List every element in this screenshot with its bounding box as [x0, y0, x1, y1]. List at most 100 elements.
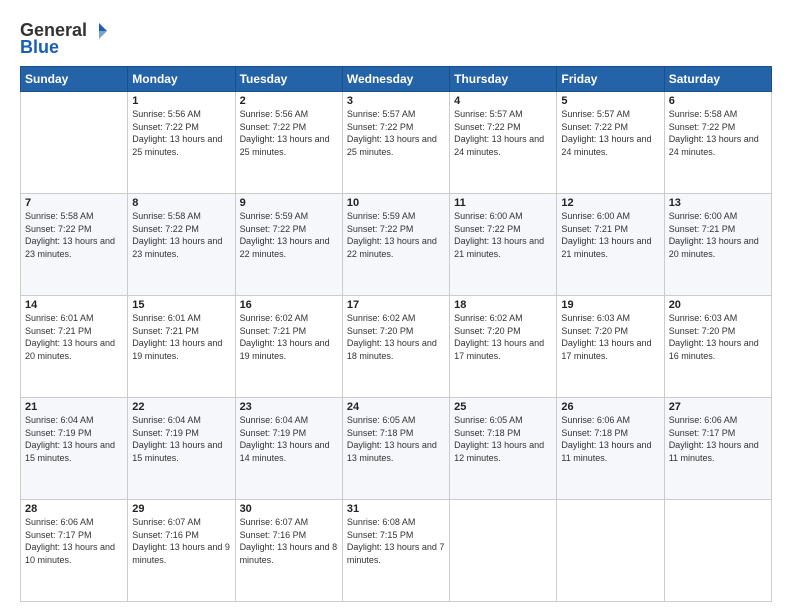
day-info: Sunrise: 5:59 AMSunset: 7:22 PMDaylight:… [240, 210, 338, 260]
day-cell-24: 24Sunrise: 6:05 AMSunset: 7:18 PMDayligh… [342, 398, 449, 500]
weekday-header-monday: Monday [128, 67, 235, 92]
day-number: 26 [561, 401, 659, 413]
day-number: 3 [347, 95, 445, 107]
day-info: Sunrise: 6:08 AMSunset: 7:15 PMDaylight:… [347, 516, 445, 566]
day-cell-11: 11Sunrise: 6:00 AMSunset: 7:22 PMDayligh… [450, 194, 557, 296]
day-info: Sunrise: 6:02 AMSunset: 7:20 PMDaylight:… [454, 312, 552, 362]
day-cell-21: 21Sunrise: 6:04 AMSunset: 7:19 PMDayligh… [21, 398, 128, 500]
day-number: 19 [561, 299, 659, 311]
day-info: Sunrise: 5:56 AMSunset: 7:22 PMDaylight:… [240, 108, 338, 158]
day-cell-6: 6Sunrise: 5:58 AMSunset: 7:22 PMDaylight… [664, 92, 771, 194]
day-cell-16: 16Sunrise: 6:02 AMSunset: 7:21 PMDayligh… [235, 296, 342, 398]
day-number: 1 [132, 95, 230, 107]
day-cell-22: 22Sunrise: 6:04 AMSunset: 7:19 PMDayligh… [128, 398, 235, 500]
week-row-3: 14Sunrise: 6:01 AMSunset: 7:21 PMDayligh… [21, 296, 772, 398]
calendar-page: General Blue SundayMondayTuesdayWednesda… [0, 0, 792, 612]
day-cell-29: 29Sunrise: 6:07 AMSunset: 7:16 PMDayligh… [128, 500, 235, 602]
day-info: Sunrise: 6:04 AMSunset: 7:19 PMDaylight:… [132, 414, 230, 464]
day-number: 7 [25, 197, 123, 209]
day-info: Sunrise: 6:02 AMSunset: 7:21 PMDaylight:… [240, 312, 338, 362]
empty-cell [664, 500, 771, 602]
day-cell-28: 28Sunrise: 6:06 AMSunset: 7:17 PMDayligh… [21, 500, 128, 602]
day-number: 15 [132, 299, 230, 311]
day-number: 16 [240, 299, 338, 311]
day-cell-2: 2Sunrise: 5:56 AMSunset: 7:22 PMDaylight… [235, 92, 342, 194]
week-row-4: 21 Sunrise: 6:04 AMSunset: 7:19 PMDayligh… [21, 398, 772, 500]
day-cell-27: 27Sunrise: 6:06 AMSunset: 7:17 PMDayligh… [664, 398, 771, 500]
day-cell-14: 14Sunrise: 6:01 AMSunset: 7:21 PMDayligh… [21, 296, 128, 398]
day-info: Sunrise: 6:02 AMSunset: 7:20 PMDaylight:… [347, 312, 445, 362]
day-number: 28 [25, 503, 123, 515]
day-cell-25: 25Sunrise: 6:05 AMSunset: 7:18 PMDayligh… [450, 398, 557, 500]
day-cell-9: 9Sunrise: 5:59 AMSunset: 7:22 PMDaylight… [235, 194, 342, 296]
week-row-1: 1Sunrise: 5:56 AMSunset: 7:22 PMDaylight… [21, 92, 772, 194]
day-number: 2 [240, 95, 338, 107]
day-number: 6 [669, 95, 767, 107]
day-cell-30: 30Sunrise: 6:07 AMSunset: 7:16 PMDayligh… [235, 500, 342, 602]
day-cell-3: 3Sunrise: 5:57 AMSunset: 7:22 PMDaylight… [342, 92, 449, 194]
weekday-header-sunday: Sunday [21, 67, 128, 92]
day-info: Sunrise: 5:58 AMSunset: 7:22 PMDaylight:… [669, 108, 767, 158]
day-info: Sunrise: 6:06 AMSunset: 7:17 PMDaylight:… [669, 414, 767, 464]
day-number: 31 [347, 503, 445, 515]
day-number: 14 [25, 299, 123, 311]
day-info: Sunrise: 6:03 AMSunset: 7:20 PMDaylight:… [669, 312, 767, 362]
day-cell-1: 1Sunrise: 5:56 AMSunset: 7:22 PMDaylight… [128, 92, 235, 194]
weekday-header-tuesday: Tuesday [235, 67, 342, 92]
day-cell-23: 23Sunrise: 6:04 AMSunset: 7:19 PMDayligh… [235, 398, 342, 500]
day-cell-8: 8Sunrise: 5:58 AMSunset: 7:22 PMDaylight… [128, 194, 235, 296]
day-info: Sunrise: 6:07 AMSunset: 7:16 PMDaylight:… [132, 516, 230, 566]
day-number: 20 [669, 299, 767, 311]
day-info: Sunrise: 5:58 AMSunset: 7:22 PMDaylight:… [25, 210, 123, 260]
header: General Blue [20, 20, 772, 58]
day-number: 18 [454, 299, 552, 311]
day-info: Sunrise: 6:06 AMSunset: 7:17 PMDaylight:… [25, 516, 123, 566]
day-info: Sunrise: 6:04 AMSunset: 7:19 PMDaylight:… [240, 414, 338, 464]
calendar-table: SundayMondayTuesdayWednesdayThursdayFrid… [20, 66, 772, 602]
day-info: Sunrise: 5:57 AMSunset: 7:22 PMDaylight:… [561, 108, 659, 158]
day-number: 27 [669, 401, 767, 413]
day-info: Sunrise: 6:05 AMSunset: 7:18 PMDaylight:… [454, 414, 552, 464]
day-info: Sunrise: 6:00 AMSunset: 7:21 PMDaylight:… [561, 210, 659, 260]
day-number: 5 [561, 95, 659, 107]
empty-cell [450, 500, 557, 602]
day-info: Sunrise: 6:03 AMSunset: 7:20 PMDaylight:… [561, 312, 659, 362]
day-info: Sunrise: 5:58 AMSunset: 7:22 PMDaylight:… [132, 210, 230, 260]
weekday-header-thursday: Thursday [450, 67, 557, 92]
day-info: Sunrise: 6:00 AMSunset: 7:21 PMDaylight:… [669, 210, 767, 260]
day-number: 9 [240, 197, 338, 209]
day-number: 11 [454, 197, 552, 209]
logo: General Blue [20, 20, 109, 58]
day-info: Sunrise: 6:01 AMSunset: 7:21 PMDaylight:… [25, 312, 123, 362]
day-info: Sunrise: 5:57 AMSunset: 7:22 PMDaylight:… [454, 108, 552, 158]
day-info: Sunrise: 5:59 AMSunset: 7:22 PMDaylight:… [347, 210, 445, 260]
day-number: 24 [347, 401, 445, 413]
day-cell-26: 26Sunrise: 6:06 AMSunset: 7:18 PMDayligh… [557, 398, 664, 500]
empty-cell [21, 92, 128, 194]
weekday-header-saturday: Saturday [664, 67, 771, 92]
day-info: Sunrise: 6:07 AMSunset: 7:16 PMDaylight:… [240, 516, 338, 566]
day-info: Sunrise: 6:01 AMSunset: 7:21 PMDaylight:… [132, 312, 230, 362]
day-number: 13 [669, 197, 767, 209]
week-row-5: 28Sunrise: 6:06 AMSunset: 7:17 PMDayligh… [21, 500, 772, 602]
weekday-header-friday: Friday [557, 67, 664, 92]
day-cell-7: 7Sunrise: 5:58 AMSunset: 7:22 PMDaylight… [21, 194, 128, 296]
day-number: 12 [561, 197, 659, 209]
logo-flag-icon [89, 21, 109, 41]
day-number: 23 [240, 401, 338, 413]
day-cell-17: 17Sunrise: 6:02 AMSunset: 7:20 PMDayligh… [342, 296, 449, 398]
day-number: 17 [347, 299, 445, 311]
day-number: 8 [132, 197, 230, 209]
day-number: 10 [347, 197, 445, 209]
day-cell-12: 12Sunrise: 6:00 AMSunset: 7:21 PMDayligh… [557, 194, 664, 296]
day-info: Sunrise: 6:06 AMSunset: 7:18 PMDaylight:… [561, 414, 659, 464]
day-number: 30 [240, 503, 338, 515]
weekday-header-wednesday: Wednesday [342, 67, 449, 92]
day-number: 25 [454, 401, 552, 413]
day-number: 21 [25, 401, 123, 413]
empty-cell [557, 500, 664, 602]
week-row-2: 7Sunrise: 5:58 AMSunset: 7:22 PMDaylight… [21, 194, 772, 296]
day-cell-19: 19Sunrise: 6:03 AMSunset: 7:20 PMDayligh… [557, 296, 664, 398]
day-cell-10: 10Sunrise: 5:59 AMSunset: 7:22 PMDayligh… [342, 194, 449, 296]
day-info: Sunrise: 5:56 AMSunset: 7:22 PMDaylight:… [132, 108, 230, 158]
